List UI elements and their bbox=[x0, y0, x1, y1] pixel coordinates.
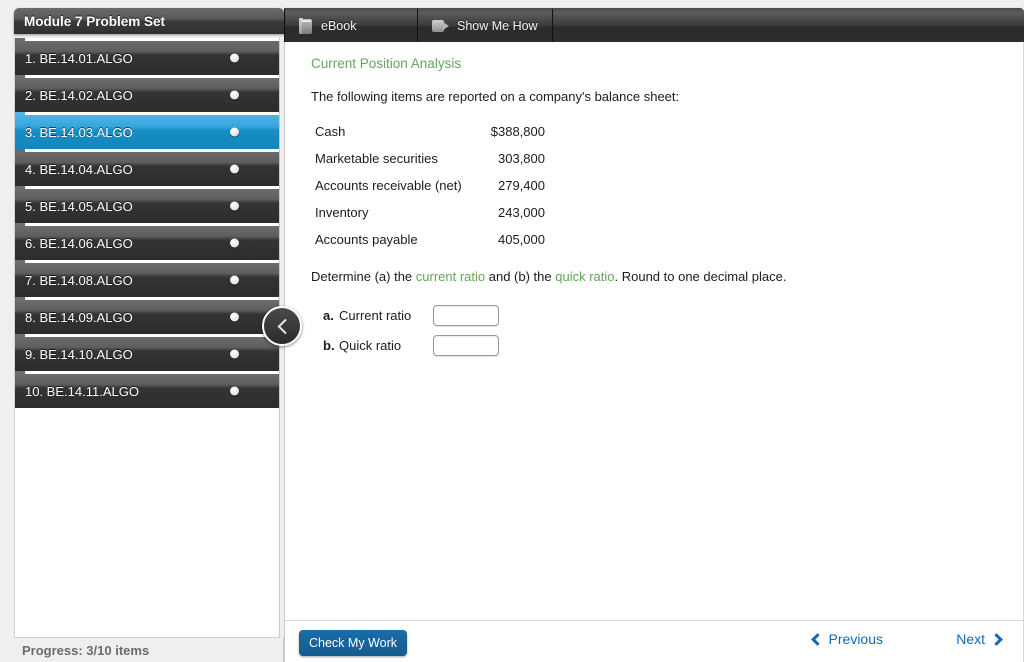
progress-status: Progress: 3/10 items bbox=[0, 638, 284, 662]
page-title: Module 7 Problem Set bbox=[14, 8, 284, 34]
table-row: Inventory 243,000 bbox=[315, 199, 545, 226]
row-value: 279,400 bbox=[498, 178, 545, 193]
next-label: Next bbox=[956, 631, 985, 647]
balance-sheet-table: Cash $388,800 Marketable securities 303,800… bbox=[315, 118, 545, 253]
question-item-label: 1. BE.14.01.ALGO bbox=[25, 50, 133, 66]
row-value: 303,800 bbox=[498, 151, 545, 166]
current-ratio-input[interactable] bbox=[433, 304, 499, 326]
answer-index: a. bbox=[323, 307, 334, 323]
status-dot-icon bbox=[230, 238, 239, 248]
quick-ratio-input[interactable] bbox=[433, 334, 499, 356]
tab-ebook[interactable]: eBook bbox=[285, 9, 370, 42]
tab-ebook-label: eBook bbox=[321, 18, 357, 33]
status-dot-icon bbox=[230, 53, 239, 63]
status-dot-icon bbox=[230, 275, 239, 285]
question-item-label: 3. BE.14.03.ALGO bbox=[25, 124, 133, 140]
sidebar-collapse-button[interactable] bbox=[262, 306, 302, 346]
question-item-6[interactable]: 6. BE.14.06.ALGO bbox=[15, 223, 279, 260]
chevron-right-icon bbox=[990, 632, 1003, 646]
answer-label: Quick ratio bbox=[339, 337, 402, 353]
tab-bar: eBook Show Me How bbox=[284, 8, 1024, 42]
status-dot-icon bbox=[230, 127, 239, 137]
problem-set-window: eBook Show Me How Module 7 Problem Set 1… bbox=[0, 0, 1024, 662]
sidebar: Module 7 Problem Set 1. BE.14.01.ALGO 2. … bbox=[0, 0, 302, 662]
current-ratio-link[interactable]: current ratio bbox=[416, 269, 485, 284]
video-camera-icon bbox=[432, 19, 449, 32]
question-item-10[interactable]: 10. BE.14.11.ALGO bbox=[15, 371, 279, 408]
question-item-4[interactable]: 4. BE.14.04.ALGO bbox=[15, 149, 279, 186]
answer-label: Current ratio bbox=[339, 307, 412, 323]
question-item-1[interactable]: 1. BE.14.01.ALGO bbox=[15, 38, 279, 75]
determine-post: . Round to one decimal place. bbox=[614, 269, 787, 284]
question-list[interactable]: 1. BE.14.01.ALGO 2. BE.14.02.ALGO 3. BE.14… bbox=[14, 38, 280, 638]
question-item-8[interactable]: 8. BE.14.09.ALGO bbox=[15, 297, 279, 334]
question-item-9[interactable]: 9. BE.14.10.ALGO bbox=[15, 334, 279, 371]
tab-show-me-how-label: Show Me How bbox=[457, 18, 538, 33]
previous-button[interactable]: Previous bbox=[810, 631, 883, 647]
row-value: 405,000 bbox=[498, 232, 545, 247]
row-label: Accounts receivable (net) bbox=[315, 178, 462, 193]
question-item-label: 5. BE.14.05.ALGO bbox=[25, 198, 133, 214]
status-dot-icon bbox=[230, 201, 239, 211]
table-row: Accounts payable 405,000 bbox=[315, 226, 545, 253]
question-item-label: 6. BE.14.06.ALGO bbox=[25, 235, 133, 251]
row-label: Accounts payable bbox=[315, 232, 418, 247]
chevron-left-icon bbox=[810, 632, 824, 646]
determine-instruction: Determine (a) the current ratio and (b) … bbox=[311, 269, 1023, 284]
main-content: Current Position Analysis The following … bbox=[284, 42, 1024, 620]
balance-sheet-body: Cash $388,800 Marketable securities 303,800… bbox=[315, 118, 545, 253]
row-value: 243,000 bbox=[498, 205, 545, 220]
question-item-label: 4. BE.14.04.ALGO bbox=[25, 161, 133, 177]
question-item-2[interactable]: 2. BE.14.02.ALGO bbox=[15, 75, 279, 112]
table-row: Marketable securities 303,800 bbox=[315, 145, 545, 172]
question-item-3[interactable]: 3. BE.14.03.ALGO bbox=[15, 112, 279, 149]
question-item-7[interactable]: 7. BE.14.08.ALGO bbox=[15, 260, 279, 297]
determine-pre: Determine (a) the bbox=[311, 269, 416, 284]
row-value: $388,800 bbox=[490, 124, 545, 139]
status-dot-icon bbox=[230, 386, 239, 396]
question-item-5[interactable]: 5. BE.14.05.ALGO bbox=[15, 186, 279, 223]
chevron-left-icon bbox=[277, 318, 293, 334]
content-title: Current Position Analysis bbox=[311, 56, 462, 71]
table-row: Accounts receivable (net) 279,400 bbox=[315, 172, 545, 199]
question-item-label: 8. BE.14.09.ALGO bbox=[25, 309, 133, 325]
check-my-work-button[interactable]: Check My Work bbox=[299, 630, 407, 656]
answer-fields: a. Current ratio b. Quick ratio bbox=[323, 300, 1023, 360]
determine-mid: and (b) the bbox=[485, 269, 556, 284]
answer-index: b. bbox=[323, 337, 335, 353]
next-button[interactable]: Next bbox=[956, 631, 1003, 647]
content-intro: The following items are reported on a co… bbox=[311, 89, 680, 104]
question-item-label: 2. BE.14.02.ALGO bbox=[25, 87, 133, 103]
status-dot-icon bbox=[230, 312, 239, 322]
question-item-label: 7. BE.14.08.ALGO bbox=[25, 272, 133, 288]
footer-bar: Check My Work Previous Next bbox=[284, 620, 1024, 662]
quick-ratio-link[interactable]: quick ratio bbox=[555, 269, 614, 284]
tab-divider bbox=[552, 9, 553, 42]
row-label: Cash bbox=[315, 124, 346, 139]
row-label: Inventory bbox=[315, 205, 369, 220]
question-item-label: 10. BE.14.11.ALGO bbox=[25, 383, 139, 399]
status-dot-icon bbox=[230, 90, 239, 100]
answer-row-b: b. Quick ratio bbox=[323, 330, 1023, 360]
previous-label: Previous bbox=[828, 631, 883, 647]
question-item-label: 9. BE.14.10.ALGO bbox=[25, 346, 133, 362]
status-dot-icon bbox=[230, 164, 239, 174]
book-icon bbox=[299, 17, 313, 34]
answer-row-a: a. Current ratio bbox=[323, 300, 1023, 330]
tab-show-me-how[interactable]: Show Me How bbox=[418, 9, 552, 42]
table-row: Cash $388,800 bbox=[315, 118, 545, 145]
row-label: Marketable securities bbox=[315, 151, 438, 166]
status-dot-icon bbox=[230, 349, 239, 359]
